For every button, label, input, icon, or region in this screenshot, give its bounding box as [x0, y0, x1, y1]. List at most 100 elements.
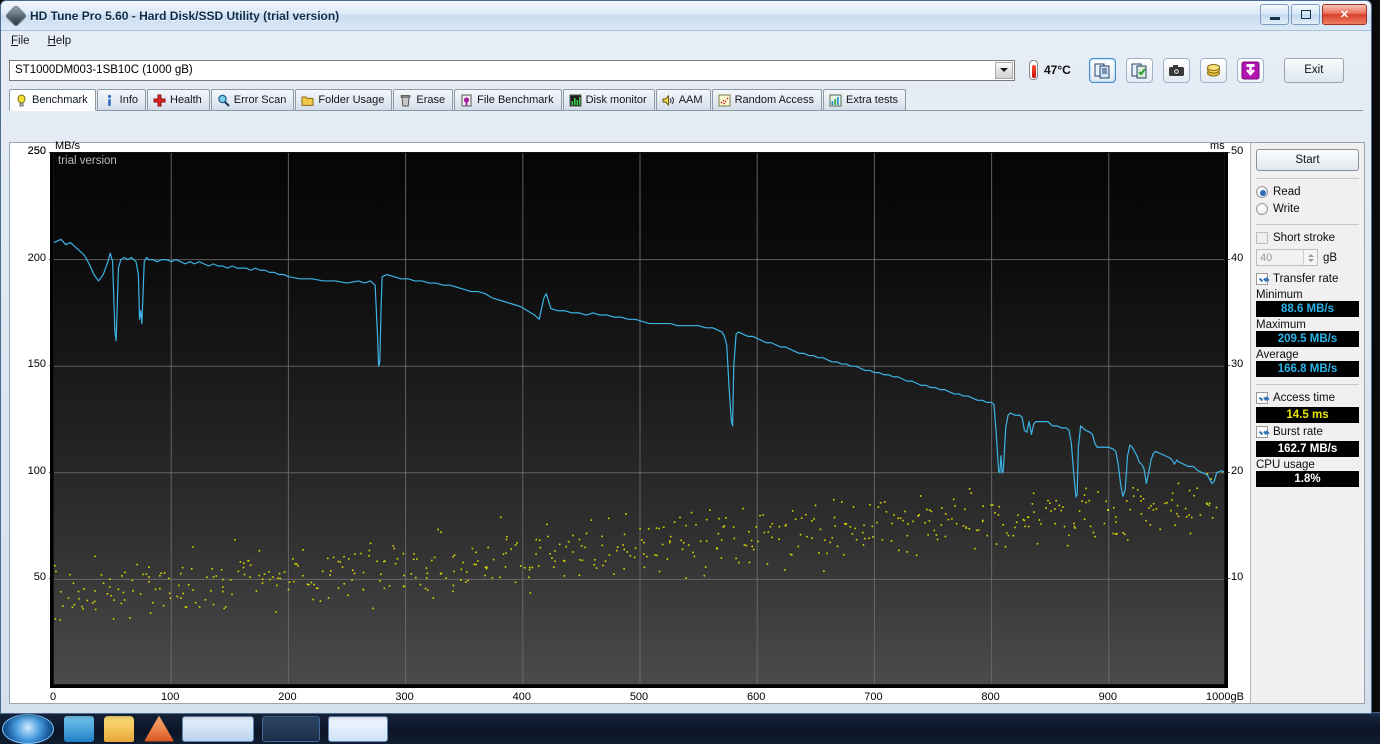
exit-button[interactable]: Exit [1283, 57, 1344, 83]
benchmark-panel: MB/s ms trial version 50 100 150 200 250 250 … [9, 140, 1365, 704]
x-tick-label: 300 [395, 691, 414, 703]
taskbar-folder-icon[interactable] [104, 715, 134, 742]
y2-tick-label: 50 [1231, 145, 1244, 157]
maximize-button[interactable] [1291, 4, 1320, 25]
x-tick-label: 0 [49, 691, 57, 703]
desktop-background: HD Tune Pro 5.60 - Hard Disk/SSD Utility… [0, 0, 1380, 744]
start-orb-icon[interactable] [2, 713, 54, 744]
y2-tick-label: 40 [1231, 251, 1244, 264]
y2-axis-line [1225, 152, 1228, 685]
document-check-icon[interactable] [1125, 57, 1153, 83]
thermometer-icon [1029, 60, 1038, 80]
checkbox-burst-rate[interactable]: Burst rate [1256, 424, 1359, 440]
y2-tick-label: 10 [1231, 571, 1244, 584]
short-stroke-input[interactable]: 40 [1256, 249, 1318, 266]
y-axis-line [50, 152, 53, 685]
documents-icon[interactable] [1088, 57, 1116, 83]
checkbox-transfer-rate[interactable]: Transfer rate [1256, 271, 1359, 287]
info-icon [107, 94, 111, 106]
checkbox-burst-rate-icon[interactable] [1256, 426, 1268, 438]
radio-read-label: Read [1273, 186, 1301, 198]
tab-folder-usage[interactable]: Folder Usage [295, 89, 393, 110]
access-time-label: Access time [1273, 392, 1335, 404]
checkbox-access-time-icon[interactable] [1256, 392, 1268, 404]
tab-label: File Benchmark [477, 94, 554, 106]
tab-aam[interactable]: AAM [655, 89, 711, 110]
taskbar-app-icon[interactable] [144, 715, 174, 742]
trash-icon [401, 94, 411, 106]
camera-icon[interactable] [1162, 57, 1190, 83]
bar-chart-icon [569, 94, 582, 106]
tab-label: AAM [678, 94, 703, 106]
tab-label: Health [170, 94, 202, 106]
short-stroke-row: 40 gB [1256, 249, 1359, 266]
checkbox-access-time[interactable]: Access time [1256, 390, 1359, 406]
tab-file-benchmark[interactable]: File Benchmark [454, 89, 562, 110]
grid-chart-icon [829, 94, 842, 106]
tab-random-access[interactable]: Random Access [711, 89, 823, 110]
radio-write-icon[interactable] [1256, 203, 1268, 215]
x-tick-label: 100 [161, 691, 180, 703]
y-tick-label: 250 [27, 145, 46, 157]
tab-label: Disk monitor [585, 94, 647, 106]
y2-tick-label: 20 [1231, 464, 1244, 477]
minimize-button[interactable] [1260, 4, 1289, 25]
hdtune-icon [4, 4, 28, 27]
divider [1256, 224, 1359, 225]
radio-write-label: Write [1273, 203, 1300, 215]
x-tick-label: 500 [629, 691, 649, 703]
file-disk-icon [461, 94, 472, 106]
tab-label: Info [119, 94, 138, 106]
taskbar-browser-icon[interactable] [64, 715, 94, 742]
x-tick-label: 200 [278, 691, 297, 703]
close-button[interactable]: ✕ [1322, 4, 1367, 25]
magnifier-icon [218, 94, 230, 107]
red-cross-icon [153, 94, 166, 106]
toolbar: ST1000DM003-1SB10C (1000 gB) 47°C Exit [1, 51, 1371, 89]
menu-bar: File Help [1, 31, 1371, 51]
menu-help[interactable]: Help [48, 35, 72, 47]
taskbar-window-button[interactable] [182, 715, 254, 742]
tab-extra-tests[interactable]: Extra tests [823, 89, 907, 110]
tab-erase[interactable]: Erase [393, 89, 454, 110]
tab-benchmark[interactable]: Benchmark [9, 89, 96, 111]
short-stroke-value: 40 [1260, 251, 1273, 264]
windows-taskbar[interactable] [0, 712, 1380, 744]
radio-write[interactable]: Write [1256, 201, 1359, 217]
checkbox-transfer-rate-icon[interactable] [1256, 273, 1268, 285]
radio-read-icon[interactable] [1256, 186, 1268, 198]
checkbox-short-stroke-icon[interactable] [1256, 232, 1268, 244]
radio-read[interactable]: Read [1256, 184, 1359, 200]
burst-rate-value: 162.7 MB/s [1256, 441, 1359, 457]
average-label: Average [1256, 349, 1299, 361]
drive-select[interactable]: ST1000DM003-1SB10C (1000 gB) [9, 59, 1015, 81]
tab-health[interactable]: Health [147, 89, 210, 110]
x-tick-label: 700 [864, 691, 883, 703]
x-tick-label: 600 [747, 691, 766, 703]
chevron-down-icon[interactable] [995, 61, 1013, 79]
tab-error-scan[interactable]: Error Scan [210, 89, 295, 110]
hd-tune-window: HD Tune Pro 5.60 - Hard Disk/SSD Utility… [0, 0, 1372, 714]
temperature-indicator: 47°C [1025, 57, 1079, 83]
x-tick-label: 900 [1098, 691, 1117, 703]
cpu-usage-value: 1.8% [1256, 471, 1359, 487]
start-button[interactable]: Start [1256, 149, 1359, 171]
minimum-value: 88.6 MB/s [1256, 301, 1359, 317]
short-stroke-label: Short stroke [1273, 232, 1335, 244]
down-arrow-icon[interactable] [1236, 57, 1264, 83]
menu-file[interactable]: File [11, 35, 30, 47]
checkbox-short-stroke[interactable]: Short stroke [1256, 230, 1359, 246]
taskbar-window-button-3[interactable] [328, 715, 388, 742]
tab-info[interactable]: Info [96, 89, 146, 110]
transfer-rate-label: Transfer rate [1273, 273, 1339, 285]
tab-label: Extra tests [846, 94, 899, 106]
x-tick-label: 800 [981, 691, 1000, 703]
benchmark-chart: MB/s ms trial version 50 100 150 200 250 250 … [10, 140, 1252, 703]
coins-icon[interactable] [1199, 57, 1227, 83]
title-bar: HD Tune Pro 5.60 - Hard Disk/SSD Utility… [1, 1, 1371, 31]
taskbar-window-button-2[interactable] [262, 715, 320, 742]
tab-label: Error Scan [233, 94, 287, 106]
short-stroke-stepper[interactable] [1303, 250, 1317, 265]
tab-disk-monitor[interactable]: Disk monitor [562, 89, 655, 110]
maximum-value: 209.5 MB/s [1256, 331, 1359, 347]
